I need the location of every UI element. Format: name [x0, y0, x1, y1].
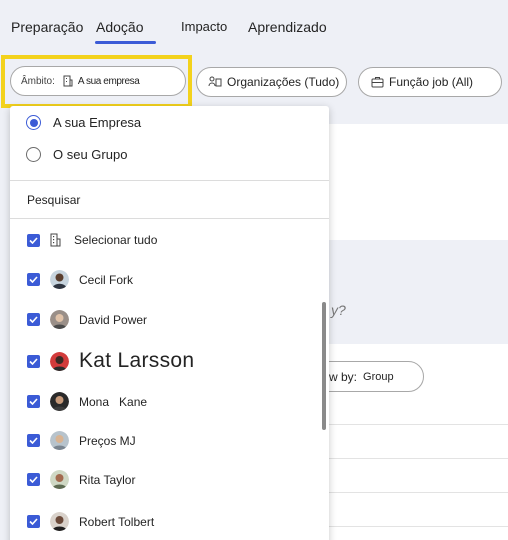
select-all-item[interactable]: Selecionar tudo	[27, 233, 157, 247]
scope-value: A sua empresa	[77, 75, 140, 87]
scope-label: Âmbito:	[21, 75, 55, 87]
checkbox-checked[interactable]	[27, 273, 40, 286]
checkbox-checked[interactable]	[27, 515, 40, 528]
tab-aprendizado[interactable]: Aprendizado	[248, 19, 327, 35]
radio-selected[interactable]	[26, 115, 41, 130]
avatar	[50, 392, 69, 411]
table-row-divider	[322, 526, 508, 527]
active-tab-indicator	[95, 41, 156, 44]
avatar	[50, 512, 69, 531]
background-question-text: y?	[331, 302, 346, 318]
scrollbar-thumb[interactable]	[322, 302, 326, 430]
person-name: Rita Taylor	[79, 472, 136, 487]
option-label: A sua Empresa	[53, 115, 142, 130]
background-card	[322, 124, 508, 240]
avatar	[50, 351, 69, 371]
radio-unselected[interactable]	[26, 147, 41, 162]
group-by-label: w by:	[329, 369, 358, 384]
option-your-group[interactable]: O seu Grupo	[26, 147, 127, 162]
select-all-label: Selecionar tudo	[74, 233, 158, 247]
list-item[interactable]: Preços MJ	[27, 431, 136, 450]
tab-preparacao[interactable]: Preparação	[11, 19, 83, 35]
checkbox-checked[interactable]	[27, 434, 40, 447]
checkbox-checked[interactable]	[27, 354, 40, 368]
checkbox-checked[interactable]	[27, 473, 40, 486]
person-name: Mona Kane	[79, 394, 148, 409]
checkbox-checked[interactable]	[27, 233, 40, 247]
table-row-divider	[322, 458, 508, 459]
organizations-filter-label: Organizações (Tudo)	[227, 75, 340, 89]
list-item[interactable]: Mona Kane	[27, 392, 147, 411]
building-icon	[63, 75, 73, 87]
person-name: Kat Larsson	[79, 349, 195, 372]
avatar	[50, 310, 69, 329]
person-name: Cecil Fork	[79, 272, 134, 287]
option-your-company[interactable]: A sua Empresa	[26, 115, 141, 130]
list-item[interactable]: Cecil Fork	[27, 270, 133, 289]
divider	[10, 218, 329, 219]
person-name: Preços MJ	[79, 433, 136, 448]
tab-bar: Preparação Adoção Impacto Aprendizado	[0, 0, 508, 50]
divider	[10, 180, 329, 181]
person-name: David Power	[79, 312, 148, 327]
job-function-filter-label: Função job (All)	[389, 75, 474, 89]
checkbox-checked[interactable]	[27, 395, 40, 408]
avatar	[50, 270, 69, 289]
organizations-filter-button[interactable]: Organizações (Tudo)	[196, 67, 347, 97]
people-icon	[208, 76, 222, 88]
list-item[interactable]: Kat Larsson	[27, 349, 194, 373]
search-input[interactable]: Pesquisar	[27, 193, 80, 207]
briefcase-icon	[371, 76, 384, 88]
option-label: O seu Grupo	[53, 147, 128, 162]
scope-filter-button[interactable]: Âmbito: A sua empresa	[10, 66, 186, 96]
person-name: Robert Tolbert	[79, 514, 155, 529]
avatar	[50, 431, 69, 450]
avatar	[50, 470, 69, 489]
tab-adocao[interactable]: Adoção	[96, 19, 143, 35]
building-icon	[50, 233, 61, 247]
list-item[interactable]: David Power	[27, 310, 147, 329]
tab-impacto[interactable]: Impacto	[181, 19, 227, 34]
list-item[interactable]: Rita Taylor	[27, 470, 135, 489]
scope-dropdown-panel: A sua Empresa O seu Grupo Pesquisar Sele…	[10, 106, 329, 540]
group-by-value: Group	[363, 370, 394, 383]
list-item[interactable]: Robert Tolbert	[27, 512, 154, 531]
job-function-filter-button[interactable]: Função job (All)	[358, 67, 502, 97]
checkbox-checked[interactable]	[27, 313, 40, 326]
table-row-divider	[322, 492, 508, 493]
table-row-divider	[322, 424, 508, 425]
